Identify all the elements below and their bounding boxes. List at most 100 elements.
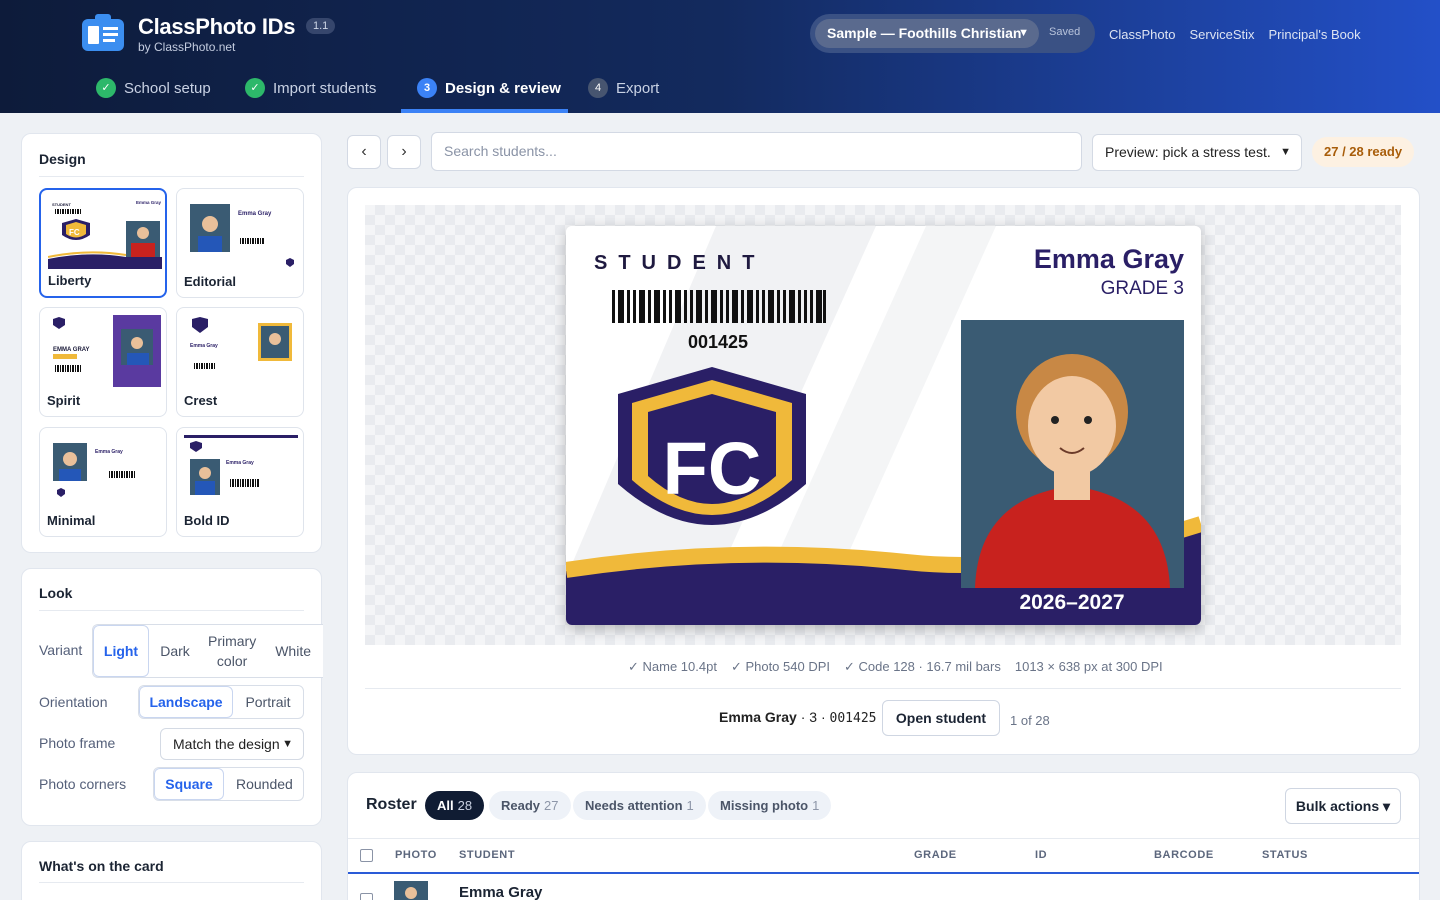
col-status[interactable]: STATUS [1262,849,1308,861]
filter-label: Missing photo [720,798,809,813]
photo-corners-segmented: Square Rounded [153,767,304,801]
filter-missing-photo[interactable]: Missing photo 1 [708,791,832,820]
col-grade[interactable]: GRADE [914,849,957,861]
card-grade: GRADE 3 [1101,278,1184,299]
divider [39,882,304,883]
card-role: STUDENT [594,252,765,274]
template-label: Minimal [47,513,96,528]
template-spirit[interactable]: EMMA GRAY Spirit [39,307,167,417]
school-shield-icon: FC [618,367,806,525]
app-header: ClassPhoto IDs 1.1 by ClassPhoto.net Sam… [0,0,1440,113]
variant-white[interactable]: White [263,625,323,677]
template-label: Editorial [184,274,237,289]
editorial-thumbnail: Emma Gray [184,196,298,268]
photo-frame-select[interactable]: Match the design ▼ [160,728,304,760]
liberty-thumbnail: STUDENT FC Emma Gray [48,197,162,269]
select-all-checkbox[interactable] [360,849,373,862]
school-initials: FC [663,427,762,510]
svg-text:Emma Gray: Emma Gray [226,460,254,466]
divider [39,176,304,177]
col-student[interactable]: STUDENT [459,849,515,861]
variant-segmented: Light Dark Primary color White [92,624,323,678]
orientation-landscape[interactable]: Landscape [139,686,233,718]
step-export[interactable]: 4 Export [588,78,659,98]
svg-text:Emma Gray: Emma Gray [95,449,123,455]
template-liberty[interactable]: STUDENT FC Emma Gray Liberty [39,188,167,298]
filter-label: Ready [501,798,541,813]
bulk-actions-button[interactable]: Bulk actions ▾ [1285,788,1401,824]
photo-frame-label: Photo frame [39,735,116,751]
filter-label: Needs attention [585,798,683,813]
search-input[interactable]: Search students... [431,132,1082,171]
bold-id-thumbnail: Emma Gray [184,435,298,507]
saved-status: Saved [1049,26,1081,38]
step-import-students[interactable]: ✓ Import students [245,78,376,98]
student-position: 1 of 28 [1010,713,1050,728]
link-principals-book[interactable]: Principal's Book [1269,27,1361,42]
corners-square[interactable]: Square [154,768,224,800]
id-card-preview: STUDENT 001425 FC Emma Gray GRADE 3 2026… [566,226,1201,625]
open-student-button[interactable]: Open student [882,700,1000,736]
row-student-name: Emma Gray [459,884,543,900]
top-links: ClassPhoto ServiceStix Principal's Book [1109,27,1361,42]
whats-on-card-panel: What's on the card [21,841,322,900]
orientation-portrait[interactable]: Portrait [233,686,303,718]
step-design-review[interactable]: 3 Design & review [417,78,561,98]
current-student-name: Emma Gray [719,709,797,725]
col-photo[interactable]: PHOTO [395,849,437,861]
current-student-grade: 3 [809,709,818,725]
template-crest[interactable]: Emma Gray Crest [176,307,304,417]
svg-text:FC: FC [69,228,80,237]
card-student-name: Emma Gray [1034,244,1184,274]
sample-dropdown[interactable]: Sample — Foothills Christian ▼ [815,19,1039,48]
filter-count: 28 [457,798,473,813]
ready-count-badge: 27 / 28 ready [1312,137,1415,167]
chevron-down-icon: ▼ [1018,27,1029,39]
metric-name-size: ✓ Name 10.4pt [628,659,717,674]
roster-title: Roster [366,796,417,813]
filter-count: 1 [812,798,820,813]
current-student-id: 001425 [829,711,877,726]
template-label: Liberty [48,273,92,288]
current-student-line: Emma Gray · 3 · 001425 [719,709,877,726]
filter-all[interactable]: All 28 [425,791,485,820]
col-barcode[interactable]: BARCODE [1154,849,1214,861]
corners-rounded[interactable]: Rounded [224,768,303,800]
step-label: School setup [124,79,211,97]
prev-student-button[interactable]: ‹ [347,135,381,169]
sample-label: Sample — Foothills Christian [827,25,1022,41]
filter-ready[interactable]: Ready 27 [489,791,571,820]
col-id[interactable]: ID [1035,849,1047,861]
link-servicestix[interactable]: ServiceStix [1189,27,1254,42]
design-panel: Design STUDENT FC Emma Gray Liberty Emma… [21,133,322,553]
filter-needs-attention[interactable]: Needs attention 1 [573,791,706,820]
template-editorial[interactable]: Emma Gray Editorial [176,188,304,298]
step-label: Import students [273,79,377,97]
version-badge: 1.1 [306,18,336,34]
step-label: Design & review [445,79,561,97]
check-icon: ✓ [96,78,116,98]
whats-on-card-title: What's on the card [39,858,164,874]
id-card-graphic: STUDENT 001425 FC Emma Gray GRADE 3 2026… [566,226,1201,625]
variant-label: Variant [39,642,83,658]
link-classphoto[interactable]: ClassPhoto [1109,27,1175,42]
crest-thumbnail: Emma Gray [184,315,298,387]
svg-text:STUDENT: STUDENT [52,202,71,207]
variant-dark[interactable]: Dark [149,625,201,677]
svg-text:Emma Gray: Emma Gray [238,211,272,217]
minimal-thumbnail: Emma Gray [47,435,161,507]
step-number: 3 [417,78,437,98]
step-school-setup[interactable]: ✓ School setup [96,78,211,98]
chevron-down-icon: ▼ [1280,146,1291,158]
id-card-logo-icon [82,14,124,51]
variant-light[interactable]: Light [93,625,149,677]
divider [365,688,1401,689]
stress-test-value: Preview: pick a stress test. [1105,144,1271,160]
next-student-button[interactable]: › [387,135,421,169]
card-school-year: 2026–2027 [1019,591,1124,614]
variant-primary-color[interactable]: Primary color [201,625,263,677]
stress-test-select[interactable]: Preview: pick a stress test. ▼ [1092,134,1302,171]
row-checkbox[interactable] [360,893,373,900]
template-minimal[interactable]: Emma Gray Minimal [39,427,167,537]
template-bold-id[interactable]: Emma Gray Bold ID [176,427,304,537]
